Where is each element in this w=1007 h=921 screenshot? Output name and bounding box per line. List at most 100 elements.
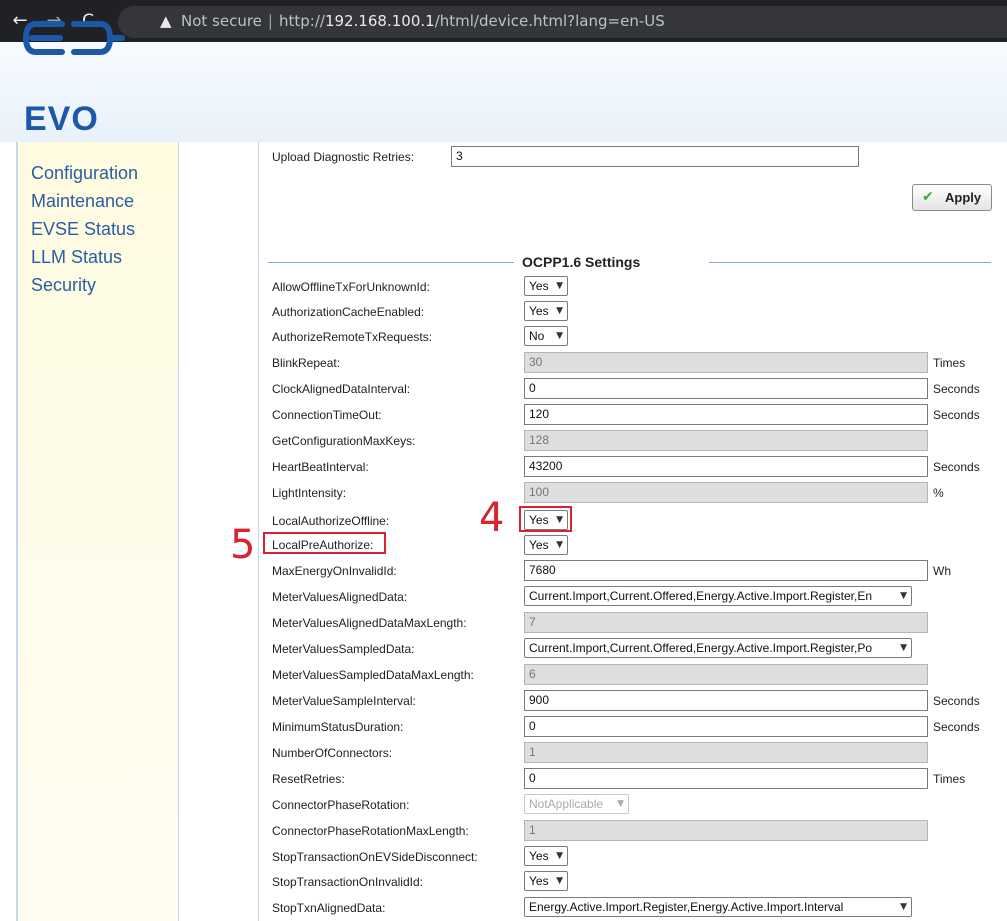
setting-label: NumberOfConnectors: (272, 746, 393, 760)
heartbeat-interval-input[interactable]: 43200 (524, 456, 928, 477)
meter-value-sample-interval-input[interactable]: 900 (524, 690, 928, 711)
unit-label: Seconds (933, 460, 980, 474)
address-text[interactable]: Not secure | http://192.168.100.1/html/dev… (181, 12, 665, 30)
setting-label: MaxEnergyOnInvalidId: (272, 564, 397, 578)
sidebar-item-evse-status[interactable]: EVSE Status (31, 218, 135, 240)
chevron-down-icon: ▼ (556, 851, 563, 861)
max-energy-invalid-id-input[interactable]: 7680 (524, 560, 928, 581)
select-value: Yes (529, 304, 549, 318)
evo-logo-text: EVO (24, 100, 99, 138)
setting-label: GetConfigurationMaxKeys: (272, 434, 416, 448)
sidebar-item-configuration[interactable]: Configuration (31, 162, 138, 184)
select-value: Yes (529, 279, 549, 293)
select-value: Current.Import,Current.Offered,Energy.Ac… (529, 641, 873, 655)
annotation-number-4: 4 (479, 495, 505, 541)
highlight-box-local-pre-authorize (263, 532, 386, 554)
warning-triangle-icon[interactable]: ▲ (160, 12, 172, 30)
minimum-status-duration-input[interactable]: 0 (524, 716, 928, 737)
setting-label: MeterValuesAlignedDataMaxLength: (272, 616, 467, 630)
connection-timeout-input[interactable]: 120 (524, 404, 928, 425)
apply-button[interactable]: ✔ Apply (912, 184, 992, 211)
blink-repeat-input: 30 (524, 352, 928, 373)
stop-transaction-ev-disconnect-select[interactable]: Yes ▼ (524, 846, 568, 866)
light-intensity-input: 100 (524, 482, 928, 503)
select-value: Energy.Active.Import.Register,Energy.Act… (529, 900, 844, 914)
url-path: /html/device.html?lang=en-US (434, 12, 665, 30)
select-value: NotApplicable (529, 797, 604, 811)
setting-label: AuthorizationCacheEnabled: (272, 305, 425, 319)
setting-label: LocalAuthorizeOffline: (272, 514, 390, 528)
get-configuration-max-keys-input: 128 (524, 430, 928, 451)
setting-label: ConnectorPhaseRotationMaxLength: (272, 824, 469, 838)
chevron-down-icon: ▼ (617, 799, 624, 809)
setting-label: ClockAlignedDataInterval: (272, 382, 411, 396)
chevron-down-icon: ▼ (556, 306, 563, 316)
select-value: Yes (529, 874, 549, 888)
authorization-cache-select[interactable]: Yes ▼ (524, 301, 568, 321)
unit-label: Times (933, 772, 966, 786)
unit-label: Seconds (933, 382, 980, 396)
meter-values-aligned-data-select[interactable]: Current.Import,Current.Offered,Energy.Ac… (524, 586, 912, 606)
sidebar: Configuration Maintenance EVSE Status LL… (16, 142, 178, 921)
setting-label: AuthorizeRemoteTxRequests: (272, 330, 433, 344)
setting-label: LightIntensity: (272, 486, 347, 500)
apply-button-label: Apply (945, 190, 982, 205)
checkmark-icon: ✔ (922, 189, 934, 205)
sidebar-item-security[interactable]: Security (31, 274, 96, 296)
setting-label: HeartBeatInterval: (272, 460, 369, 474)
clock-aligned-interval-input[interactable]: 0 (524, 378, 928, 399)
annotation-number-5: 5 (230, 522, 256, 568)
url-host: 192.168.100.1 (324, 12, 435, 30)
unit-label: % (933, 486, 944, 500)
url-scheme: http:// (278, 12, 325, 30)
meter-values-aligned-max-length-input: 7 (524, 612, 928, 633)
select-value: Yes (529, 849, 549, 863)
setting-label: ResetRetries: (272, 772, 345, 786)
sidebar-item-llm-status[interactable]: LLM Status (31, 246, 122, 268)
chevron-down-icon: ▼ (900, 591, 907, 601)
chevron-down-icon: ▼ (556, 540, 563, 550)
unit-label: Seconds (933, 408, 980, 422)
sidebar-item-maintenance[interactable]: Maintenance (31, 190, 134, 212)
setting-label: MeterValuesSampledDataMaxLength: (272, 668, 474, 682)
security-label: Not secure (181, 12, 262, 30)
chevron-down-icon: ▼ (556, 281, 563, 291)
reset-retries-input[interactable]: 0 (524, 768, 928, 789)
setting-label: StopTxnAlignedData: (272, 901, 386, 915)
number-of-connectors-input: 1 (524, 742, 928, 763)
meter-values-sampled-max-length-input: 6 (524, 664, 928, 685)
stop-txn-aligned-data-select[interactable]: Energy.Active.Import.Register,Energy.Act… (524, 897, 912, 917)
setting-label: AllowOfflineTxForUnknownId: (272, 280, 430, 294)
chevron-down-icon: ▼ (556, 876, 563, 886)
unit-label: Times (933, 356, 966, 370)
local-pre-authorize-select[interactable]: Yes ▼ (524, 535, 568, 555)
header-logo-area (0, 42, 1007, 142)
stop-transaction-invalid-id-select[interactable]: Yes ▼ (524, 871, 568, 891)
address-separator: | (267, 12, 273, 30)
chevron-down-icon: ▼ (900, 643, 907, 653)
authorize-remote-tx-select[interactable]: No ▼ (524, 326, 568, 346)
meter-values-sampled-data-select[interactable]: Current.Import,Current.Offered,Energy.Ac… (524, 638, 912, 658)
connector-phase-rotation-select: NotApplicable ▼ (524, 794, 629, 814)
fieldset-border-right (709, 262, 991, 263)
unit-label: Seconds (933, 694, 980, 708)
setting-label: ConnectionTimeOut: (272, 408, 382, 422)
setting-label: BlinkRepeat: (272, 356, 341, 370)
select-value: Current.Import,Current.Offered,Energy.Ac… (529, 589, 873, 603)
highlight-box-local-authorize-offline (519, 506, 572, 532)
setting-label: ConnectorPhaseRotation: (272, 798, 410, 812)
select-value: No (529, 329, 545, 343)
upload-diagnostic-retries-label: Upload Diagnostic Retries: (272, 150, 415, 164)
select-value: Yes (529, 538, 549, 552)
allow-offline-tx-select[interactable]: Yes ▼ (524, 276, 568, 296)
unit-label: Wh (933, 564, 951, 578)
connector-phase-rotation-max-length-input: 1 (524, 820, 928, 841)
chevron-down-icon: ▼ (556, 331, 563, 341)
setting-label: StopTransactionOnInvalidId: (272, 875, 423, 889)
chevron-down-icon: ▼ (900, 902, 907, 912)
setting-label: MeterValuesSampledData: (272, 642, 415, 656)
setting-label: MeterValueSampleInterval: (272, 694, 416, 708)
evo-plug-logo-icon (22, 21, 125, 55)
upload-diagnostic-retries-input[interactable]: 3 (451, 146, 859, 167)
section-title: OCPP1.6 Settings (522, 254, 641, 270)
